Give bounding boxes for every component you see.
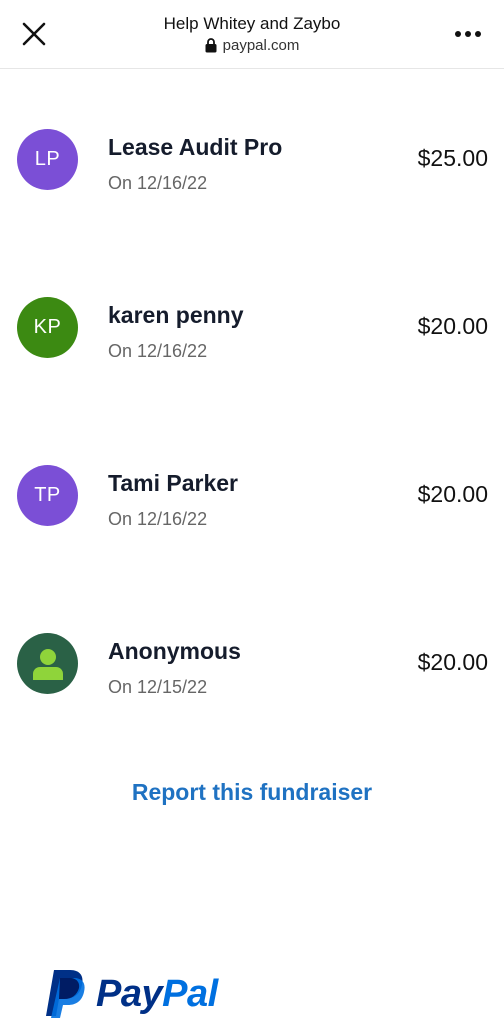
donor-name: Anonymous (108, 638, 241, 664)
more-horizontal-icon (465, 31, 471, 37)
avatar: LP (17, 129, 78, 190)
donor-item: KP karen penny On 12/16/22 $20.00 (0, 278, 504, 388)
paypal-logo-icon (46, 970, 85, 1018)
paypal-logo: PayPal (44, 968, 218, 1020)
donor-name: karen penny (108, 302, 244, 328)
donor-item: LP Lease Audit Pro On 12/16/22 $25.00 (0, 110, 504, 220)
more-horizontal-icon (455, 31, 461, 37)
donation-date: On 12/16/22 (108, 341, 208, 361)
url-row: paypal.com (100, 37, 404, 54)
donation-amount: $20.00 (417, 313, 488, 339)
brand-name-part1: Pay (96, 972, 163, 1015)
more-horizontal-icon (475, 31, 481, 37)
donor-item: TP Tami Parker On 12/16/22 $20.00 (0, 446, 504, 556)
lock-icon (205, 38, 217, 53)
person-icon (32, 648, 63, 680)
avatar: KP (17, 297, 78, 358)
close-button[interactable] (18, 18, 50, 50)
page-title: Help Whitey and Zaybo (163, 14, 341, 33)
donor-name: Tami Parker (108, 470, 238, 496)
donation-amount: $20.00 (417, 481, 488, 507)
donation-date: On 12/15/22 (108, 677, 208, 697)
avatar-initials: TP (34, 484, 61, 506)
donation-amount: $25.00 (417, 145, 488, 171)
browser-header: Help Whitey and Zaybo paypal.com (0, 0, 504, 69)
page-title-block: Help Whitey and Zaybo paypal.com (100, 14, 404, 54)
donation-date: On 12/16/22 (108, 509, 208, 529)
avatar: TP (17, 465, 78, 526)
close-icon (22, 22, 46, 46)
donation-date: On 12/16/22 (108, 173, 208, 193)
donor-item: Anonymous On 12/15/22 $20.00 (0, 614, 504, 724)
donor-name: Lease Audit Pro (108, 134, 283, 160)
page-url: paypal.com (222, 37, 300, 54)
more-options-button[interactable] (450, 22, 486, 46)
paypal-wordmark: PayPal (96, 973, 218, 1016)
donation-amount: $20.00 (417, 649, 488, 675)
avatar-initials: KP (33, 316, 62, 338)
brand-name-part2: Pal (162, 972, 218, 1015)
report-fundraiser-link[interactable]: Report this fundraiser (0, 779, 504, 806)
avatar-initials: LP (34, 148, 61, 170)
avatar (17, 633, 78, 694)
